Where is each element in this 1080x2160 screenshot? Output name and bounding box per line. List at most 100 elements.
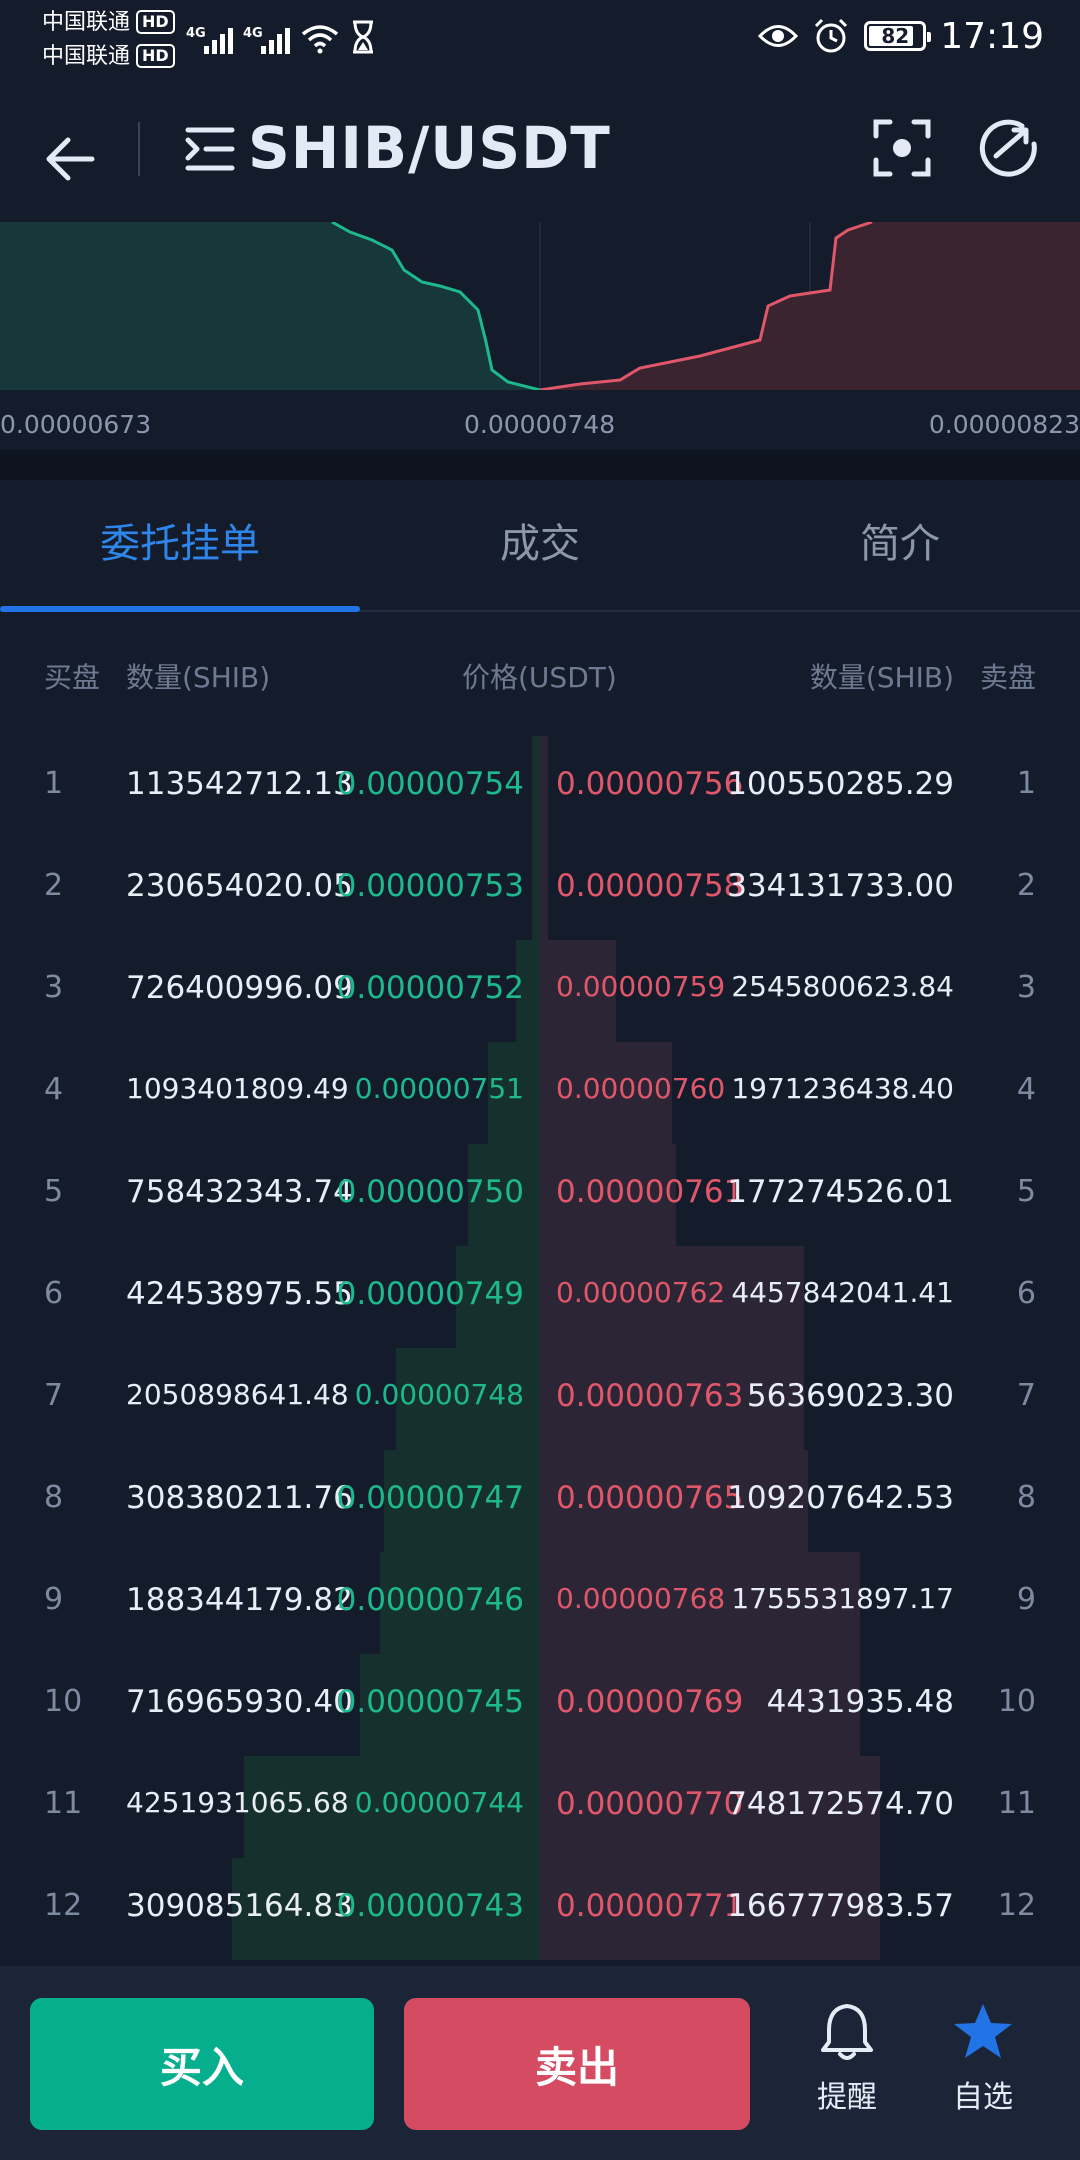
bid-quantity: 726400996.09 [126,970,353,1006]
ask-price[interactable]: 0.00000771 [556,1888,743,1924]
bid-quantity: 424538975.55 [126,1276,353,1312]
bid-price[interactable]: 0.00000747 [337,1480,524,1516]
depth-price-mid: 0.00000748 [464,410,616,439]
bid-price[interactable]: 0.00000750 [337,1174,524,1210]
depth-chart [0,222,1080,390]
ask-price[interactable]: 0.00000765 [556,1480,743,1516]
bid-quantity: 308380211.76 [126,1480,353,1516]
header-ask-side: 卖盘 [979,661,1036,694]
order-row[interactable]: 5 758432343.74 0.00000750 0.00000761 1772745… [0,1144,1080,1246]
order-row[interactable]: 9 188344179.82 0.00000746 0.00000768 1755531… [0,1552,1080,1654]
ask-quantity: 4457842041.41 [731,1276,954,1309]
bid-quantity: 2050898641.48 [126,1378,349,1411]
bid-index: 2 [44,868,64,903]
favorite-button[interactable]: 自选 [928,2002,1038,2116]
signal-icon: 4G [243,26,290,54]
signal-indicators: 4G 4G [186,14,376,54]
app-header: SHIB/USDT [0,112,1080,222]
buy-button[interactable]: 买入 [30,1998,374,2130]
arrow-left-icon [46,137,95,181]
bid-price[interactable]: 0.00000744 [355,1786,524,1819]
sell-button[interactable]: 卖出 [404,1998,750,2130]
alert-button[interactable]: 提醒 [792,2002,902,2116]
network-type-label: 4G [186,26,206,41]
ask-price[interactable]: 0.00000760 [556,1072,725,1105]
ask-index: 6 [1016,1276,1036,1311]
ask-price[interactable]: 0.00000756 [556,766,743,802]
ask-price[interactable]: 0.00000769 [556,1684,743,1720]
carrier-info: 中国联通 HD 中国联通 HD [42,6,175,74]
bid-quantity: 188344179.82 [126,1582,353,1618]
bid-index: 11 [44,1786,83,1821]
tab-orders[interactable]: 委托挂单 [0,480,360,612]
ask-index: 3 [1016,970,1036,1005]
bid-price[interactable]: 0.00000752 [337,970,524,1006]
header-bid-qty: 数量(SHIB) [126,661,271,694]
bid-index: 1 [44,766,64,801]
scan-icon[interactable] [872,118,932,178]
bid-quantity: 758432343.74 [126,1174,353,1210]
ask-index: 8 [1016,1480,1036,1515]
ask-quantity: 166777983.57 [727,1888,954,1924]
bid-price[interactable]: 0.00000748 [355,1378,524,1411]
ask-index: 12 [997,1888,1036,1923]
tab-intro[interactable]: 简介 [720,480,1080,612]
back-button[interactable] [40,124,100,194]
favorite-label: 自选 [953,2080,1013,2115]
bid-price[interactable]: 0.00000751 [355,1072,524,1105]
status-bar: 中国联通 HD 中国联通 HD 4G 4G 82 17:19 [0,0,1080,112]
order-book: 1 113542712.13 0.00000754 0.00000756 1005502… [0,736,1080,1960]
wifi-icon [301,25,339,54]
ask-price[interactable]: 0.00000768 [556,1582,725,1615]
ask-price[interactable]: 0.00000759 [556,970,725,1003]
depth-price-low: 0.00000673 [0,410,152,439]
pair-title[interactable]: SHIB/USDT [248,114,611,182]
ask-price[interactable]: 0.00000758 [556,868,743,904]
ask-price[interactable]: 0.00000761 [556,1174,743,1210]
carrier-2: 中国联通 [42,44,131,69]
alarm-icon [815,18,848,53]
bid-index: 10 [44,1684,83,1719]
ask-index: 10 [997,1684,1036,1719]
ask-price[interactable]: 0.00000763 [556,1378,743,1414]
bid-index: 5 [44,1174,64,1209]
header-price: 价格(USDT) [462,661,617,694]
ask-price[interactable]: 0.00000770 [556,1786,743,1822]
order-row[interactable]: 2 230654020.05 0.00000753 0.00000758 3341317… [0,838,1080,940]
bid-quantity: 4251931065.68 [126,1786,349,1819]
bid-price[interactable]: 0.00000746 [337,1582,524,1618]
header-divider [138,122,140,176]
ask-index: 4 [1016,1072,1036,1107]
bid-price[interactable]: 0.00000753 [337,868,524,904]
tab-trades[interactable]: 成交 [360,480,720,612]
hd-badge: HD [136,44,175,68]
bid-price[interactable]: 0.00000754 [337,766,524,802]
order-row[interactable]: 10 716965930.40 0.00000745 0.00000769 443193… [0,1654,1080,1756]
order-row[interactable]: 1 113542712.13 0.00000754 0.00000756 1005502… [0,736,1080,838]
bid-price[interactable]: 0.00000749 [337,1276,524,1312]
order-row[interactable]: 12 309085164.83 0.00000743 0.00000771 166777… [0,1858,1080,1960]
bid-price[interactable]: 0.00000743 [337,1888,524,1924]
ask-price[interactable]: 0.00000762 [556,1276,725,1309]
ask-quantity: 177274526.01 [727,1174,954,1210]
ask-index: 5 [1016,1174,1036,1209]
tab-bar: 委托挂单 成交 简介 [0,480,1080,612]
ask-quantity: 100550285.29 [727,766,954,802]
order-row[interactable]: 3 726400996.09 0.00000752 0.00000759 2545800… [0,940,1080,1042]
menu-icon[interactable] [184,124,236,174]
status-time: 17:19 [940,15,1044,57]
order-row[interactable]: 11 4251931065.68 0.00000744 0.00000770 74817… [0,1756,1080,1858]
header-bid-side: 买盘 [44,661,101,694]
bid-price[interactable]: 0.00000745 [337,1684,524,1720]
ask-index: 2 [1016,868,1036,903]
ask-quantity: 2545800623.84 [731,970,954,1003]
battery-icon: 82 [864,21,932,51]
section-divider [0,450,1080,480]
order-row[interactable]: 4 1093401809.49 0.00000751 0.00000760 197123… [0,1042,1080,1144]
order-row[interactable]: 7 2050898641.48 0.00000748 0.00000763 563690… [0,1348,1080,1450]
order-row[interactable]: 6 424538975.55 0.00000749 0.00000762 4457842… [0,1246,1080,1348]
ask-quantity: 4431935.48 [766,1684,954,1720]
order-row[interactable]: 8 308380211.76 0.00000747 0.00000765 1092076… [0,1450,1080,1552]
refresh-icon[interactable] [976,116,1040,180]
hourglass-icon [353,20,373,54]
